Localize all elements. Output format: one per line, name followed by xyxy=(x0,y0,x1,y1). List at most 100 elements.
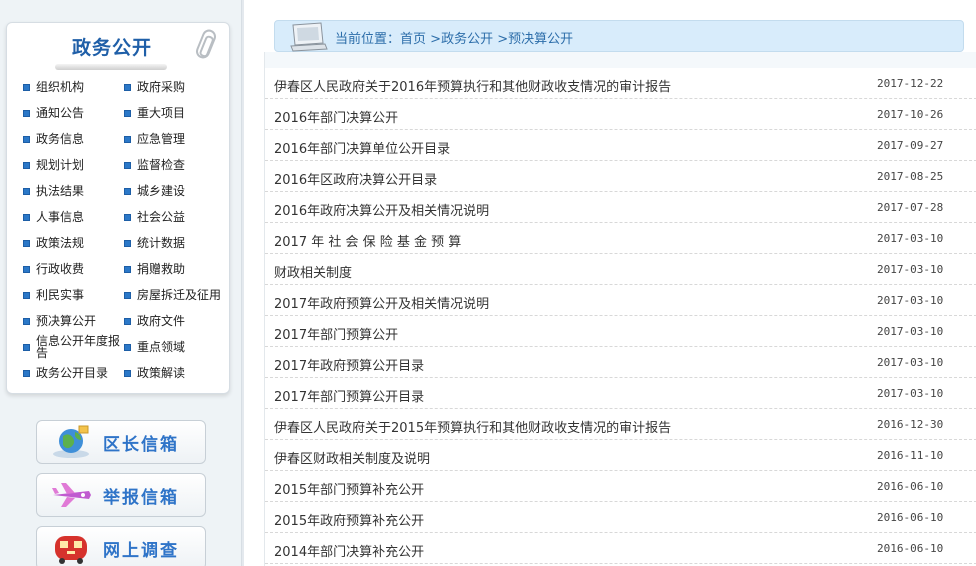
list-item[interactable]: 2014年部门决算补充公开 2016-06-10 xyxy=(265,533,976,564)
article-title[interactable]: 伊春区人民政府关于2015年预算执行和其他财政收支情况的审计报告 xyxy=(274,417,671,436)
menu-item-enforcement[interactable]: 执法结果 xyxy=(23,185,84,198)
bullet-icon xyxy=(124,84,131,91)
article-title[interactable]: 2016年区政府决算公开目录 xyxy=(274,169,437,188)
article-date: 2017-08-25 xyxy=(877,170,944,183)
article-title[interactable]: 伊春区财政相关制度及说明 xyxy=(274,448,430,467)
article-title[interactable]: 财政相关制度 xyxy=(274,262,352,281)
list-item[interactable]: 伊春区财政相关制度及说明 2016-11-10 xyxy=(265,440,976,471)
list-item[interactable]: 2016年部门决算单位公开目录 2017-09-27 xyxy=(265,130,976,161)
menu-item-policy-laws[interactable]: 政策法规 xyxy=(23,237,84,250)
menu-item-budget-disclosure[interactable]: 预决算公开 xyxy=(23,315,96,328)
bullet-icon xyxy=(124,136,131,143)
list-item[interactable]: 2017年政府预算公开及相关情况说明 2017-03-10 xyxy=(265,285,976,316)
menu-item-benefit-projects[interactable]: 利民实事 xyxy=(23,289,84,302)
menu-item-emergency[interactable]: 应急管理 xyxy=(124,133,185,146)
menu-item-supervision[interactable]: 监督检查 xyxy=(124,159,185,172)
bullet-icon xyxy=(124,110,131,117)
article-date: 2017-12-22 xyxy=(877,77,944,90)
bullet-icon xyxy=(23,266,30,273)
bullet-icon xyxy=(23,162,30,169)
list-item[interactable]: 2017年政府预算公开目录 2017-03-10 xyxy=(265,347,976,378)
list-item[interactable]: 2015年政府预算补充公开 2016-06-10 xyxy=(265,502,976,533)
menu-item-catalog[interactable]: 政务公开目录 xyxy=(23,367,108,380)
button-label: 区长信箱 xyxy=(103,434,179,455)
list-item[interactable]: 2016年政府决算公开及相关情况说明 2017-07-28 xyxy=(265,192,976,223)
menu-item-demolition[interactable]: 房屋拆迁及征用 xyxy=(124,289,221,302)
button-label: 举报信箱 xyxy=(103,487,179,508)
breadcrumb-gov-affairs[interactable]: >政务公开 xyxy=(430,32,493,47)
breadcrumb: 当前位置：首页 >政务公开 >预决算公开 xyxy=(335,28,573,47)
article-title[interactable]: 2017年部门预算公开 xyxy=(274,324,398,343)
bullet-icon xyxy=(23,136,30,143)
list-item[interactable]: 伊春区人民政府关于2016年预算执行和其他财政收支情况的审计报告 2017-12-… xyxy=(265,68,976,99)
article-title[interactable]: 2016年政府决算公开及相关情况说明 xyxy=(274,200,489,219)
bullet-icon xyxy=(23,214,30,221)
article-date: 2016-12-30 xyxy=(877,418,944,431)
bullet-icon xyxy=(23,318,30,325)
article-date: 2017-09-27 xyxy=(877,139,944,152)
article-list-panel: 伊春区人民政府关于2016年预算执行和其他财政收支情况的审计报告 2017-12-… xyxy=(264,52,976,566)
article-title[interactable]: 伊春区人民政府关于2016年预算执行和其他财政收支情况的审计报告 xyxy=(274,76,671,95)
menu-item-personnel[interactable]: 人事信息 xyxy=(23,211,84,224)
bullet-icon xyxy=(124,370,131,377)
article-title[interactable]: 2016年部门决算公开 xyxy=(274,107,398,126)
list-item[interactable]: 伊春区人民政府关于2015年预算执行和其他财政收支情况的审计报告 2016-12-… xyxy=(265,409,976,440)
menu-item-major-projects[interactable]: 重大项目 xyxy=(124,107,185,120)
bullet-icon xyxy=(23,370,30,377)
article-title[interactable]: 2015年部门预算补充公开 xyxy=(274,479,424,498)
bullet-icon xyxy=(23,110,30,117)
report-mailbox-button[interactable]: 举报信箱 xyxy=(36,473,206,517)
list-item[interactable]: 2015年部门预算补充公开 2016-06-10 xyxy=(265,471,976,502)
menu-item-urban-rural[interactable]: 城乡建设 xyxy=(124,185,185,198)
list-item[interactable]: 2017年部门预算公开目录 2017-03-10 xyxy=(265,378,976,409)
article-title[interactable]: 2014年部门决算补充公开 xyxy=(274,541,424,560)
breadcrumb-bar: 当前位置：首页 >政务公开 >预决算公开 xyxy=(274,20,964,52)
article-date: 2017-07-28 xyxy=(877,201,944,214)
mayor-mailbox-button[interactable]: 区长信箱 xyxy=(36,420,206,464)
bullet-icon xyxy=(124,214,131,221)
article-title[interactable]: 2015年政府预算补充公开 xyxy=(274,510,424,529)
article-date: 2017-03-10 xyxy=(877,232,944,245)
bullet-icon xyxy=(124,188,131,195)
menu-item-public-welfare[interactable]: 社会公益 xyxy=(124,211,185,224)
menu-item-planning[interactable]: 规划计划 xyxy=(23,159,84,172)
article-date: 2017-03-10 xyxy=(877,325,944,338)
title-underline xyxy=(55,64,167,70)
article-title[interactable]: 2016年部门决算单位公开目录 xyxy=(274,138,450,157)
article-title[interactable]: 2017 年 社 会 保 险 基 金 预 算 xyxy=(274,231,461,250)
list-item[interactable]: 2017 年 社 会 保 险 基 金 预 算 2017-03-10 xyxy=(265,223,976,254)
menu-item-key-areas[interactable]: 重点领域 xyxy=(124,341,185,354)
gov-affairs-panel: 政务公开 组织机构 政府采购 通知公告 重大项目 政务信息 应急管理 规划计划 … xyxy=(6,22,230,394)
menu-item-procurement[interactable]: 政府采购 xyxy=(124,81,185,94)
menu-item-org[interactable]: 组织机构 xyxy=(23,81,84,94)
list-item[interactable]: 2016年部门决算公开 2017-10-26 xyxy=(265,99,976,130)
article-date: 2016-06-10 xyxy=(877,542,944,555)
breadcrumb-prefix: 当前位置： xyxy=(335,32,401,47)
menu-item-gov-info[interactable]: 政务信息 xyxy=(23,133,84,146)
breadcrumb-budget-disclosure[interactable]: >预决算公开 xyxy=(497,32,573,47)
menu-item-gov-documents[interactable]: 政府文件 xyxy=(124,315,185,328)
article-date: 2017-03-10 xyxy=(877,263,944,276)
bullet-icon xyxy=(124,292,131,299)
bullet-icon xyxy=(23,240,30,247)
list-item[interactable]: 2016年区政府决算公开目录 2017-08-25 xyxy=(265,161,976,192)
bullet-icon xyxy=(23,292,30,299)
panel-title: 政务公开 xyxy=(71,37,152,59)
computer-icon xyxy=(290,22,328,52)
button-label: 网上调查 xyxy=(103,540,179,561)
list-item[interactable]: 财政相关制度 2017-03-10 xyxy=(265,254,976,285)
menu-item-donation-aid[interactable]: 捐赠救助 xyxy=(124,263,185,276)
menu-item-admin-fees[interactable]: 行政收费 xyxy=(23,263,84,276)
breadcrumb-home[interactable]: 首页 xyxy=(400,32,426,47)
online-survey-button[interactable]: 网上调查 xyxy=(36,526,206,566)
menu-item-statistics[interactable]: 统计数据 xyxy=(124,237,185,250)
article-title[interactable]: 2017年部门预算公开目录 xyxy=(274,386,424,405)
article-title[interactable]: 2017年政府预算公开目录 xyxy=(274,355,424,374)
article-title[interactable]: 2017年政府预算公开及相关情况说明 xyxy=(274,293,489,312)
menu-item-notices[interactable]: 通知公告 xyxy=(23,107,84,120)
menu-item-policy-interpretation[interactable]: 政策解读 xyxy=(124,367,185,380)
list-item[interactable]: 2017年部门预算公开 2017-03-10 xyxy=(265,316,976,347)
article-date: 2017-03-10 xyxy=(877,387,944,400)
menu-item-annual-report[interactable]: 信息公开年度报告 xyxy=(23,335,126,359)
article-date: 2017-10-26 xyxy=(877,108,944,121)
